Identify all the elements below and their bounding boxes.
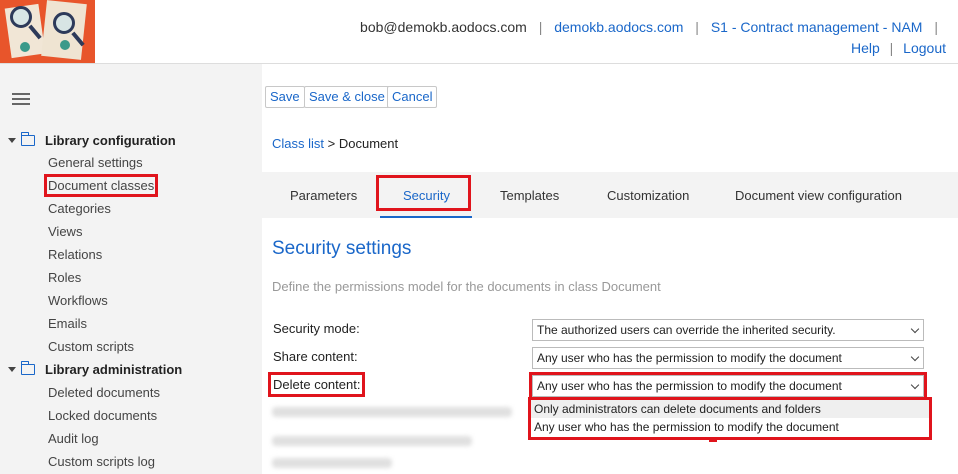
sidebar-item-emails[interactable]: Emails [48,316,87,331]
help-link[interactable]: Help [851,40,880,56]
sidebar-item-categories[interactable]: Categories [48,201,111,216]
section-description: Define the permissions model for the doc… [272,279,661,294]
hamburger-menu-icon[interactable] [12,93,30,105]
header-links-top: bob@demokb.aodocs.com | demokb.aodocs.co… [360,19,938,35]
header-links-bottom: Help | Logout [850,40,946,56]
share-content-select[interactable]: Any user who has the permission to modif… [532,347,924,369]
sidebar-item-audit-log[interactable]: Audit log [48,431,99,446]
app-header: bob@demokb.aodocs.com | demokb.aodocs.co… [0,0,958,63]
tab-document-view-configuration[interactable]: Document view configuration [735,188,902,203]
chevron-down-icon [910,324,920,334]
active-tab-indicator [380,216,472,218]
breadcrumb-current: Document [338,136,399,151]
sidebar-section-library-configuration[interactable]: Library configuration [8,130,176,150]
tab-highlight-box [376,175,471,211]
cancel-button[interactable]: Cancel [387,86,438,108]
tab-parameters[interactable]: Parameters [290,188,357,203]
dropdown-option-any-modifier[interactable]: Any user who has the permission to modif… [531,418,929,436]
delete-content-dropdown-list: Only administrators can delete documents… [528,397,932,440]
sidebar-section-library-administration[interactable]: Library administration [8,359,182,379]
sidebar-item-custom-scripts[interactable]: Custom scripts [48,339,134,354]
sidebar-item-general-settings[interactable]: General settings [48,155,143,170]
sidebar-item-workflows[interactable]: Workflows [48,293,108,308]
library-link[interactable]: S1 - Contract management - NAM [711,19,923,35]
sidebar: Library configuration General settings D… [0,64,262,474]
share-content-label: Share content: [273,349,358,364]
save-button[interactable]: Save [265,86,305,108]
user-email: bob@demokb.aodocs.com [360,19,527,35]
main-content: Save Save & close Cancel Class list > Do… [262,64,958,474]
sidebar-item-deleted-documents[interactable]: Deleted documents [48,385,160,400]
tab-templates[interactable]: Templates [500,188,559,203]
obscured-text [272,436,472,446]
section-title: Security settings [272,238,412,259]
domain-link[interactable]: demokb.aodocs.com [554,19,683,35]
logout-link[interactable]: Logout [903,40,946,56]
tab-bar: Parameters Security Templates Customizat… [262,172,958,218]
delete-content-select[interactable]: Any user who has the permission to modif… [529,372,927,400]
app-logo[interactable] [0,0,95,63]
delete-content-label: Delete content: [267,372,366,397]
folder-icon [20,360,35,375]
obscured-text [272,407,512,417]
breadcrumb: Class list > Document [272,136,399,151]
sidebar-item-document-classes[interactable]: Document classes [43,174,159,197]
dropdown-option-admins-only[interactable]: Only administrators can delete documents… [531,400,929,418]
security-mode-select[interactable]: The authorized users can override the in… [532,319,924,341]
caret-down-icon [8,366,16,372]
security-mode-label: Security mode: [273,321,360,336]
annotation-mark [709,440,717,442]
chevron-down-icon [910,380,920,390]
sidebar-item-custom-scripts-log[interactable]: Custom scripts log [48,454,155,469]
save-close-button[interactable]: Save & close [304,86,390,108]
chevron-down-icon [910,352,920,362]
caret-down-icon [8,137,16,143]
sidebar-item-roles[interactable]: Roles [48,270,81,285]
folder-icon [20,131,35,146]
sidebar-item-locked-documents[interactable]: Locked documents [48,408,157,423]
breadcrumb-class-list-link[interactable]: Class list [272,136,324,151]
sidebar-item-relations[interactable]: Relations [48,247,102,262]
sidebar-item-views[interactable]: Views [48,224,82,239]
obscured-text [272,458,392,468]
tab-customization[interactable]: Customization [607,188,689,203]
